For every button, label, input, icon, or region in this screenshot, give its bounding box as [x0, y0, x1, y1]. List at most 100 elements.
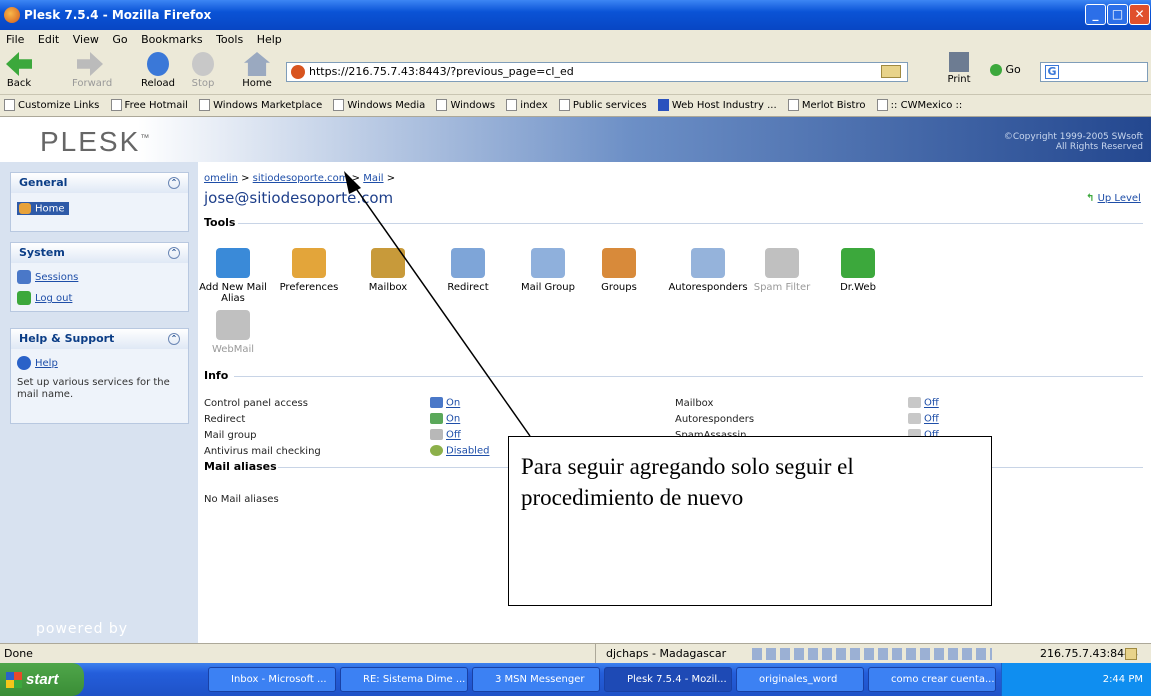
info-value[interactable]: On — [430, 397, 460, 409]
menu-go[interactable]: Go — [112, 33, 127, 46]
tool-add-mail-alias[interactable]: Add New Mail Alias — [198, 248, 268, 304]
tool-spam-filter[interactable]: Spam Filter — [747, 248, 817, 293]
taskbar-item[interactable]: RE: Sistema Dime ... — [340, 667, 468, 692]
value-link[interactable]: Off — [446, 430, 461, 441]
clock[interactable]: 2:44 PM — [1103, 674, 1143, 685]
up-level-link[interactable]: Up Level — [1098, 193, 1141, 204]
up-level-button[interactable]: ↰ Up Level — [1086, 193, 1141, 204]
logout-link[interactable]: Log out — [35, 293, 72, 304]
page-icon — [436, 99, 448, 111]
taskbar-item[interactable]: Inbox - Microsoft ... — [208, 667, 336, 692]
collapse-icon[interactable]: ⌃ — [168, 333, 180, 345]
plesk-logo[interactable]: PLESK™ — [40, 126, 151, 158]
breadcrumb-item[interactable]: Mail — [363, 173, 383, 184]
value-link[interactable]: On — [446, 398, 460, 409]
stop-button[interactable]: Stop — [190, 52, 216, 89]
help-link[interactable]: Help — [35, 358, 58, 369]
bookmark-item[interactable]: Windows Media — [333, 99, 425, 111]
minimize-button[interactable]: _ — [1085, 4, 1106, 25]
bookmark-item[interactable]: index — [506, 99, 548, 111]
bookmark-item[interactable]: Merlot Bistro — [787, 99, 865, 111]
menu-view[interactable]: View — [73, 33, 99, 46]
breadcrumb-item[interactable]: sitiodesoporte.com — [253, 173, 349, 184]
print-button[interactable]: Print — [946, 52, 972, 85]
reload-button[interactable]: Reload — [140, 52, 176, 89]
menu-edit[interactable]: Edit — [38, 33, 59, 46]
taskbar-item-active[interactable]: Plesk 7.5.4 - Mozil... — [604, 667, 732, 692]
panel-header[interactable]: General ⌃ — [11, 173, 188, 193]
mail-group-status-icon — [430, 429, 443, 440]
go-button[interactable]: Go — [990, 63, 1034, 76]
search-input[interactable]: G — [1040, 62, 1148, 82]
cp-access-icon — [430, 397, 443, 408]
back-button[interactable]: Back — [4, 52, 34, 89]
page-icon — [4, 99, 15, 111]
copyright: ©Copyright 1999-2005 SWsoft All Rights R… — [1004, 132, 1143, 152]
collapse-icon[interactable]: ⌃ — [168, 177, 180, 189]
taskbar-item[interactable]: 3 MSN Messenger — [472, 667, 600, 692]
sessions-link[interactable]: Sessions — [35, 272, 78, 283]
tool-mail-group[interactable]: Mail Group — [513, 248, 583, 293]
panel-header[interactable]: Help & Support ⌃ — [11, 329, 188, 349]
address-bar[interactable]: https://216.75.7.43:8443/?previous_page=… — [286, 62, 908, 82]
status-text: Done — [4, 647, 33, 660]
info-value[interactable]: Disabled — [430, 445, 489, 457]
bookmark-item[interactable]: Customize Links — [4, 99, 99, 111]
menu-help[interactable]: Help — [257, 33, 282, 46]
tool-preferences[interactable]: Preferences — [274, 248, 344, 293]
tool-mailbox[interactable]: Mailbox — [353, 248, 423, 293]
bookmark-item[interactable]: Windows Marketplace — [199, 99, 322, 111]
sidebar-item-help[interactable]: Help — [17, 356, 182, 370]
bookmark-item[interactable]: Windows — [436, 99, 495, 111]
menu-bookmarks[interactable]: Bookmarks — [141, 33, 202, 46]
task-label: originales_word — [759, 674, 838, 685]
menu-file[interactable]: File — [6, 33, 24, 46]
tool-label: Preferences — [279, 282, 339, 293]
menu-tools[interactable]: Tools — [216, 33, 243, 46]
sidebar: General ⌃ Home System ⌃ Sessions Log out H… — [0, 162, 198, 643]
tool-drweb[interactable]: Dr.Web — [823, 248, 893, 293]
tool-autoresponders[interactable]: Autoresponders — [666, 248, 750, 293]
info-value[interactable]: Off — [908, 413, 939, 425]
panel-header[interactable]: System ⌃ — [11, 243, 188, 263]
mailbox-status-icon — [908, 397, 921, 408]
bookmark-item[interactable]: Web Host Industry ... — [657, 99, 777, 111]
value-link[interactable]: Off — [924, 398, 939, 409]
forward-arrow-icon — [77, 52, 103, 76]
collapse-icon[interactable]: ⌃ — [168, 247, 180, 259]
value-link[interactable]: Off — [924, 414, 939, 425]
page-icon — [199, 99, 211, 111]
sessions-icon — [17, 270, 31, 284]
home-button[interactable]: Home — [242, 52, 272, 89]
info-value[interactable]: Off — [908, 397, 939, 409]
back-label: Back — [6, 78, 32, 89]
start-button[interactable]: start — [0, 663, 84, 696]
value-link[interactable]: Disabled — [446, 446, 489, 457]
info-value[interactable]: Off — [430, 429, 461, 441]
page-icon — [558, 99, 570, 111]
sidebar-item-home[interactable]: Home — [17, 201, 182, 215]
bookmark-item[interactable]: :: CWMexico :: — [876, 99, 962, 111]
tool-label: Groups — [601, 282, 637, 293]
taskbar-item[interactable]: originales_word — [736, 667, 864, 692]
redirect-status-icon — [430, 413, 443, 424]
sidebar-item-sessions[interactable]: Sessions — [17, 270, 182, 284]
sidebar-item-logout[interactable]: Log out — [17, 291, 182, 305]
close-button[interactable]: ✕ — [1129, 4, 1150, 25]
tool-redirect[interactable]: Redirect — [433, 248, 503, 293]
home-selected: Home — [17, 201, 69, 215]
tool-groups[interactable]: Groups — [584, 248, 654, 293]
address-url: https://216.75.7.43:8443/?previous_page=… — [309, 65, 574, 78]
panel-title: System — [19, 246, 65, 259]
info-value[interactable]: On — [430, 413, 460, 425]
media-controls[interactable] — [752, 648, 992, 660]
bookmark-item[interactable]: Free Hotmail — [110, 99, 188, 111]
forward-button[interactable]: Forward — [72, 52, 112, 89]
breadcrumb-item[interactable]: omelin — [204, 173, 238, 184]
window-titlebar[interactable]: Plesk 7.5.4 - Mozilla Firefox _ □ ✕ — [0, 0, 1151, 30]
maximize-button[interactable]: □ — [1107, 4, 1128, 25]
bookmark-item[interactable]: Public services — [558, 99, 647, 111]
tool-webmail[interactable]: WebMail — [198, 310, 268, 355]
value-link[interactable]: On — [446, 414, 460, 425]
taskbar-item[interactable]: como crear cuenta... — [868, 667, 996, 692]
